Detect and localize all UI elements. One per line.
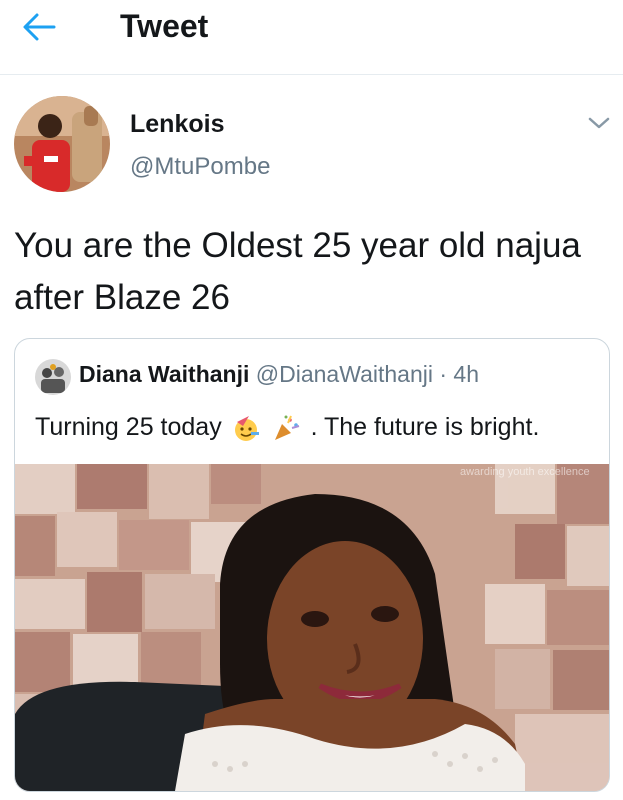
quoted-avatar[interactable] [35, 359, 71, 395]
quoted-text-end: . The future is bright. [310, 413, 540, 441]
quoted-text-start: Turning 25 today [35, 413, 222, 441]
page-title: Tweet [120, 8, 209, 44]
author-name[interactable]: Lenkois [130, 110, 224, 139]
quoted-separator: · [439, 361, 448, 387]
top-bar: Tweet [0, 0, 623, 75]
photo-woman-smiling [15, 464, 609, 791]
party-popper-emoji [274, 415, 299, 441]
quoted-profile-photo [35, 359, 71, 395]
chevron-down-icon [588, 117, 610, 129]
tweet-menu-button[interactable] [585, 112, 613, 134]
quoted-header: Diana Waithanji @DianaWaithanji · 4h [79, 361, 479, 388]
photo-watermark: awarding youth excellence [460, 466, 590, 478]
profile-photo [14, 96, 110, 192]
quoted-author-handle[interactable]: @DianaWaithanji [256, 361, 433, 387]
author-handle[interactable]: @MtuPombe [130, 153, 270, 181]
party-face-emoji [234, 416, 259, 442]
back-button[interactable] [22, 12, 62, 44]
quoted-timestamp[interactable]: 4h [453, 361, 479, 387]
quoted-photo[interactable]: awarding youth excellence [15, 464, 609, 791]
avatar[interactable] [14, 96, 110, 192]
quoted-author-name[interactable]: Diana Waithanji [79, 361, 249, 387]
quoted-tweet[interactable]: Diana Waithanji @DianaWaithanji · 4h Tur… [14, 338, 610, 792]
tweet-text: You are the Oldest 25 year old najua aft… [14, 226, 581, 317]
arrow-left-icon [23, 13, 56, 41]
quoted-text: Turning 25 today . The future is bright. [35, 413, 539, 442]
